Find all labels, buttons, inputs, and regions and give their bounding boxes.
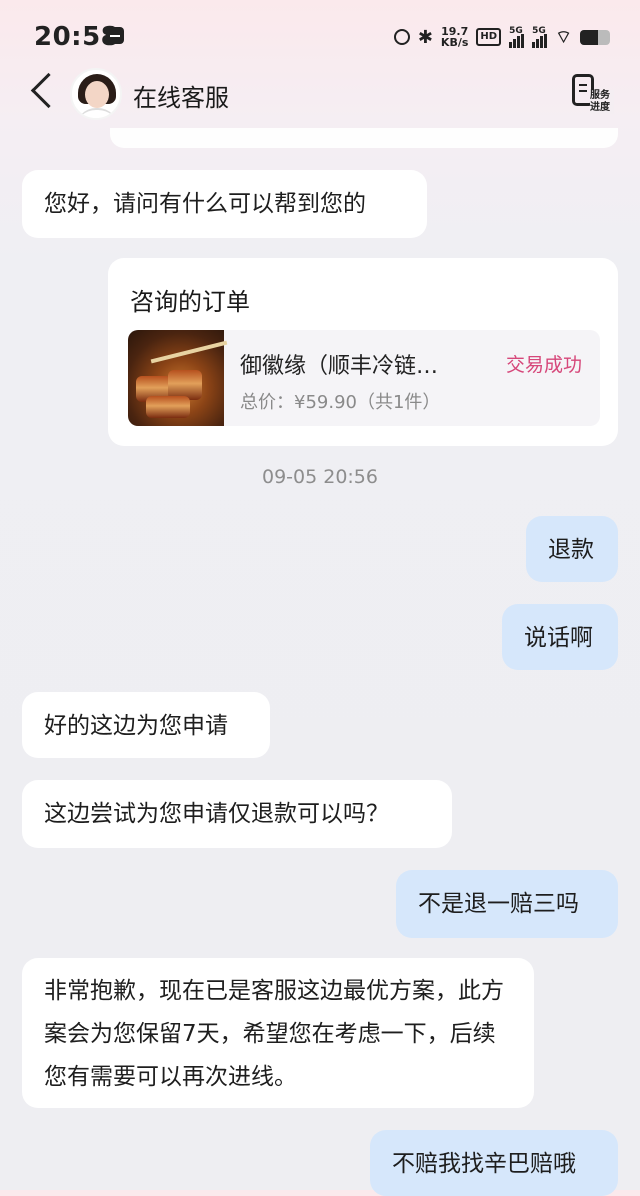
order-price: 总价：¥59.90（共1件） (240, 392, 441, 413)
battery-icon (580, 29, 610, 45)
message-bubble-agent: 这边尝试为您申请仅退款可以吗？ (22, 780, 452, 848)
chevron-left-icon[interactable] (30, 72, 67, 109)
message-bubble-agent: 好的这边为您申请 (22, 692, 270, 758)
sim1-label: 5G (509, 26, 523, 36)
order-status-badge: 交易成功 (505, 354, 582, 376)
service-progress-button[interactable]: 服务进度 (572, 72, 614, 118)
network-speed-unit: KB/s (440, 36, 469, 49)
order-card[interactable]: 咨询的订单 御徽缘（顺丰冷链… 总价：¥59.90（共1件） 交易成功 (108, 258, 618, 446)
hd-voice-icon: HD (476, 28, 502, 46)
message-bubble-user: 说话啊 (502, 604, 618, 670)
message-bubble-user: 不赔我找辛巴赔哦 (370, 1130, 618, 1196)
bluetooth-icon: ✱ (417, 26, 433, 48)
message-bubble-user: 退款 (526, 516, 618, 582)
message-bubble-user: 不是退一赔三吗 (396, 870, 618, 938)
service-progress-label: 服务进度 (590, 90, 614, 114)
message-bubble-agent: 非常抱歉，现在已是客服这边最优方案，此方案会为您保留7天，希望您在考虑一下，后续… (22, 958, 534, 1108)
order-card-title: 咨询的订单 (130, 288, 250, 316)
page-title: 在线客服 (133, 84, 229, 112)
previous-message-edge (110, 128, 618, 148)
message-bubble-agent: 您好，请问有什么可以帮到您的 (22, 170, 427, 238)
avatar[interactable] (70, 68, 122, 120)
chat-header: 在线客服 服务进度 (0, 64, 640, 126)
status-bar: 20:58 ✱ 19.7 KB/s HD 5G 5G ⌔ (0, 0, 640, 72)
network-speed: 19.7 KB/s (441, 26, 468, 48)
wifi-icon: ⌔ (555, 26, 572, 48)
signal-sim2-icon: 5G (532, 26, 548, 48)
chat-timestamp: 09-05 20:56 (261, 466, 378, 488)
alarm-icon (393, 29, 410, 45)
order-item[interactable]: 御徽缘（顺丰冷链… 总价：¥59.90（共1件） 交易成功 (128, 330, 600, 426)
signal-sim1-icon: 5G (509, 26, 525, 48)
sim2-label: 5G (532, 26, 546, 36)
message-notification-icon (106, 27, 124, 44)
product-name: 御徽缘（顺丰冷链… (240, 354, 439, 379)
battery-level (580, 29, 598, 45)
product-image (128, 330, 228, 426)
